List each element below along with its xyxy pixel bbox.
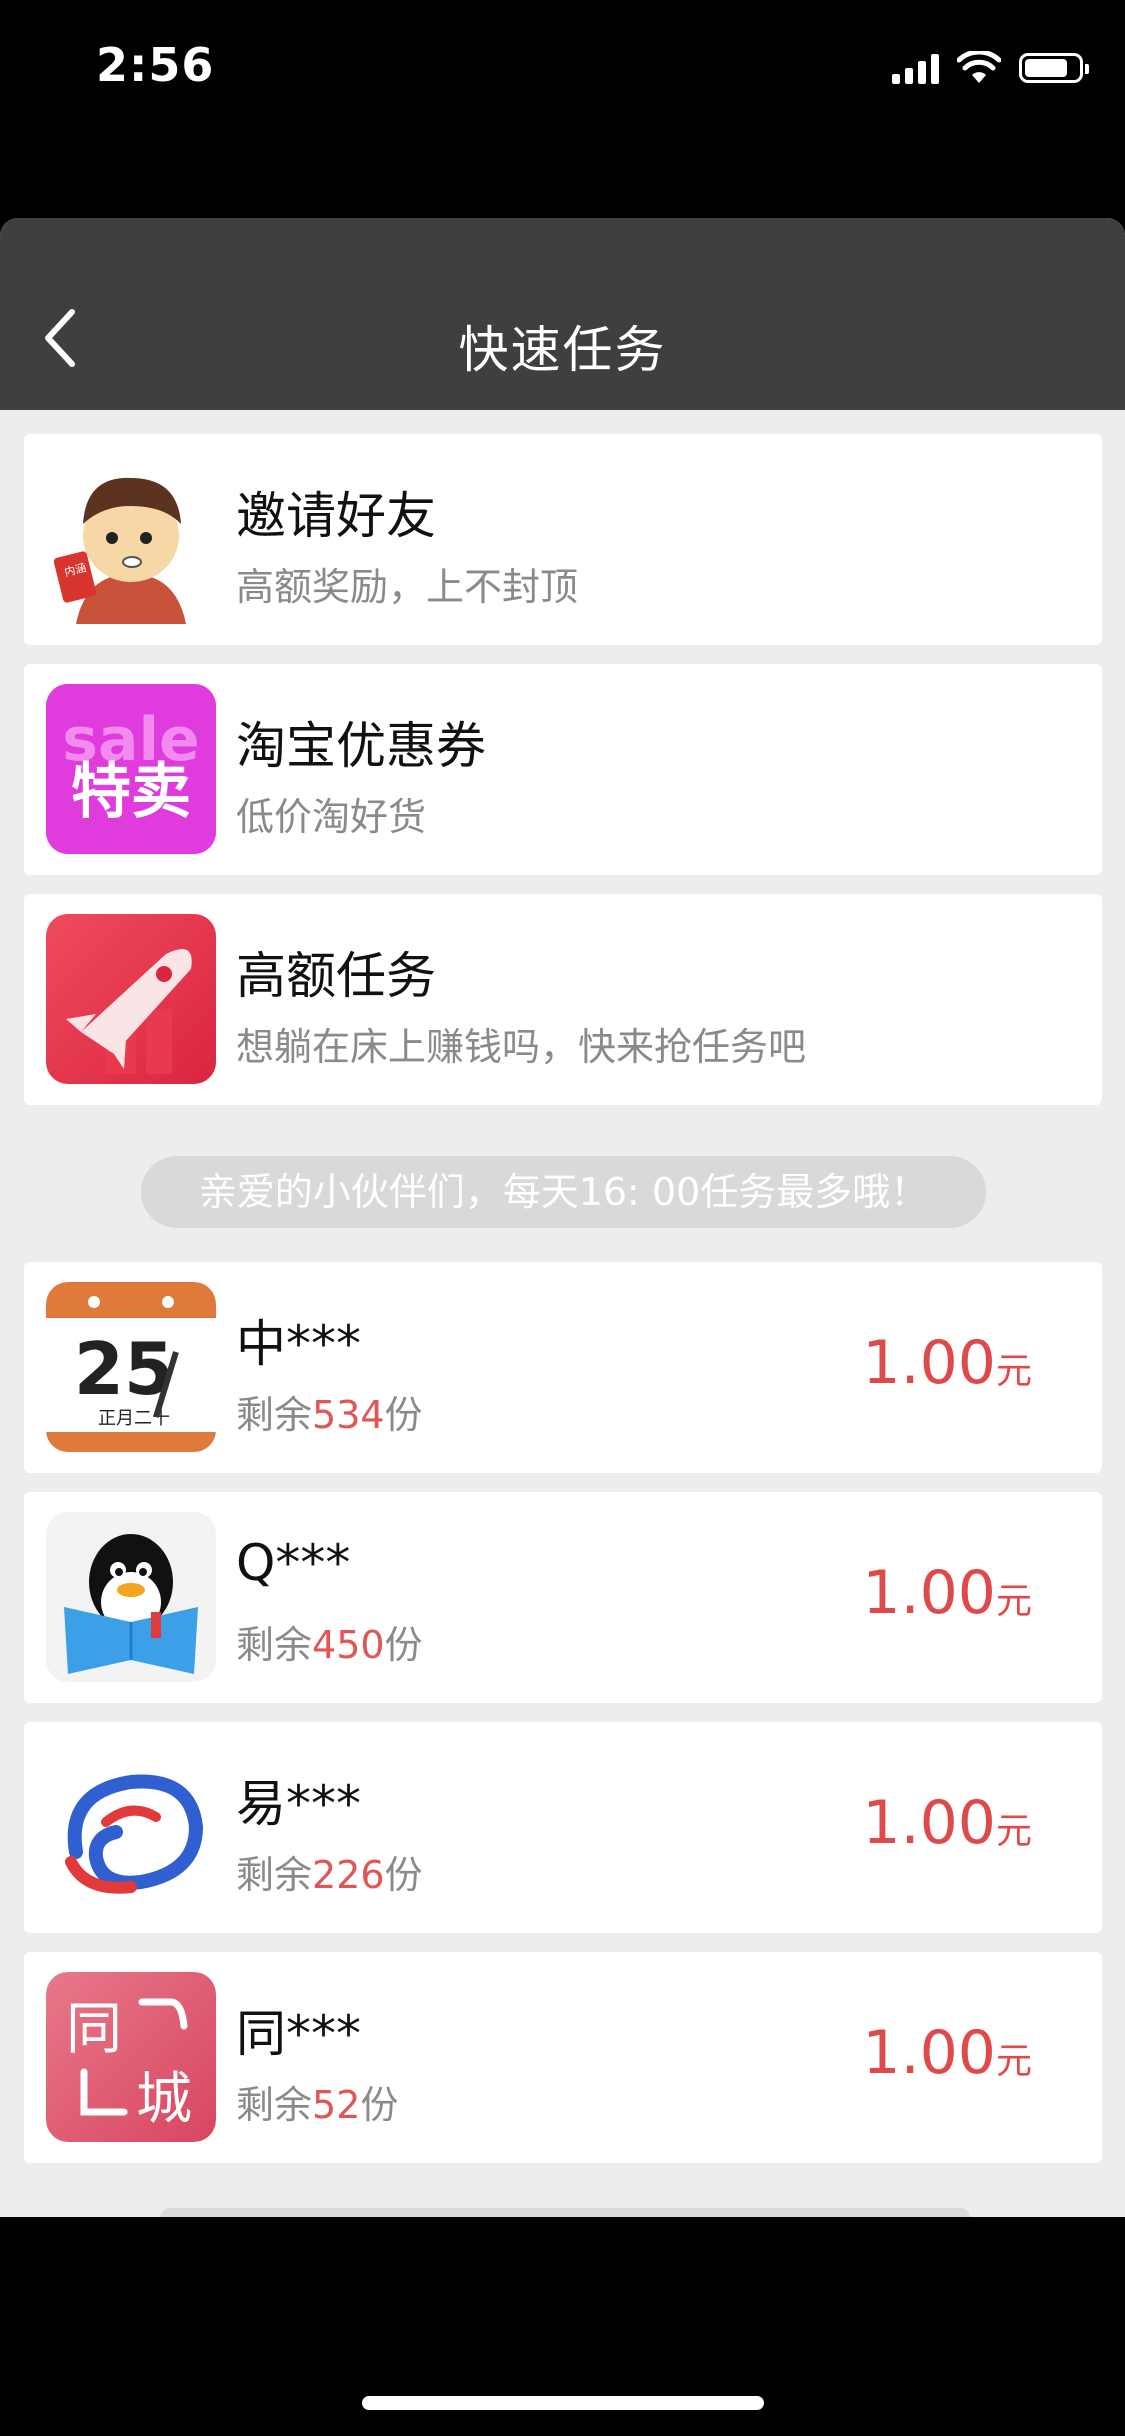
task-price: 1.00元 (862, 2018, 1032, 2088)
page-title: 快速任务 (458, 321, 667, 379)
task-card[interactable]: 易*** 剩余226份 1.00元 (24, 1722, 1102, 1933)
card-title: 邀请好友 (236, 487, 436, 545)
card-subtitle: 低价淘好货 (236, 795, 427, 839)
status-bar: 2:56 (0, 0, 1125, 140)
swirl-logo-icon (46, 1742, 216, 1912)
task-remaining: 剩余226份 (236, 1853, 423, 1897)
home-indicator[interactable] (362, 2396, 764, 2410)
card-title: 淘宝优惠券 (236, 717, 486, 775)
battery-icon (1019, 53, 1089, 83)
high-reward-task-card[interactable]: 高额任务 想躺在床上赚钱吗，快来抢任务吧 (24, 894, 1102, 1105)
task-remaining: 剩余450份 (236, 1623, 423, 1667)
sale-tag-icon: sale 特卖 (46, 684, 216, 854)
cartoon-boy-icon: 内涵 (46, 454, 216, 624)
task-price: 1.00元 (862, 1788, 1032, 1858)
calendar-icon: 25 正月二十 (46, 1282, 216, 1452)
svg-text:城: 城 (136, 2067, 192, 2132)
rocket-icon (46, 914, 216, 1084)
task-card[interactable]: 同 城 同*** 剩余52份 1.00元 (24, 1952, 1102, 2163)
card-subtitle: 想躺在床上赚钱吗，快来抢任务吧 (236, 1025, 807, 1069)
task-remaining: 剩余52份 (236, 2083, 399, 2127)
status-icons (892, 48, 1089, 88)
svg-text:同: 同 (66, 1997, 122, 2062)
nav-bar: 快速任务 (0, 218, 1125, 410)
svg-text:特卖: 特卖 (71, 757, 191, 827)
task-price: 1.00元 (862, 1558, 1032, 1628)
partial-footer-bar (160, 2208, 970, 2217)
task-remaining: 剩余534份 (236, 1393, 423, 1437)
task-name: 同*** (236, 2005, 361, 2063)
tongcheng-icon: 同 城 (46, 1972, 216, 2142)
taobao-coupon-card[interactable]: sale 特卖 淘宝优惠券 低价淘好货 (24, 664, 1102, 875)
cellular-signal-icon (892, 52, 939, 84)
task-name: Q*** (236, 1534, 351, 1592)
task-price: 1.00元 (862, 1328, 1032, 1398)
task-name: 易*** (236, 1775, 361, 1833)
task-name: 中*** (236, 1315, 361, 1373)
qq-reader-icon (46, 1512, 216, 1682)
invite-friends-card[interactable]: 内涵 邀请好友 高额奖励，上不封顶 (24, 434, 1102, 645)
status-time: 2:56 (96, 38, 215, 92)
card-title: 高额任务 (236, 947, 436, 1005)
task-card[interactable]: 25 正月二十 中*** 剩余534份 1.00元 (24, 1262, 1102, 1473)
card-subtitle: 高额奖励，上不封顶 (236, 565, 579, 609)
notice-banner: 亲爱的小伙伴们，每天16: 00任务最多哦！ (141, 1156, 986, 1228)
task-sheet: 快速任务 内涵 邀请好友 高额奖励，上不封顶 sale 特卖 淘宝优惠券 低价淘… (0, 218, 1125, 2217)
task-card[interactable]: Q*** 剩余450份 1.00元 (24, 1492, 1102, 1703)
wifi-icon (957, 51, 1001, 83)
